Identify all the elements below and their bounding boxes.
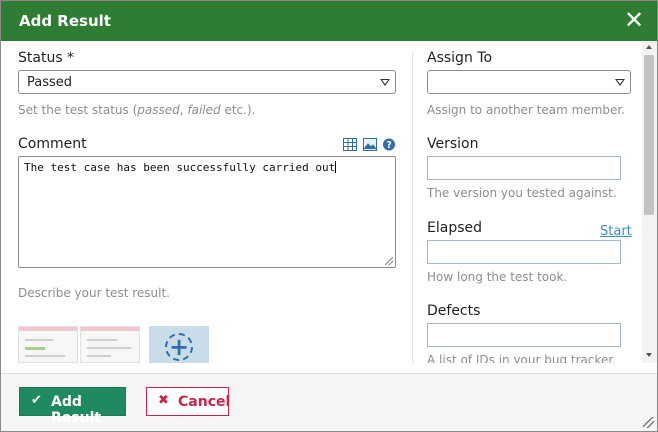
dialog-resize-icon[interactable] <box>643 417 654 428</box>
thumbnail-line <box>25 347 45 350</box>
comment-textarea[interactable]: The test case has been successfully carr… <box>18 156 396 268</box>
attachment-thumbnail[interactable] <box>18 326 78 363</box>
start-timer-link[interactable]: Start <box>600 224 632 239</box>
comment-label: Comment <box>18 136 87 152</box>
status-select[interactable]: Passed <box>18 70 396 94</box>
attachment-thumbnail[interactable] <box>80 326 140 363</box>
cancel-button[interactable]: ✖ Cancel <box>146 387 231 416</box>
thumbnail-line <box>25 339 53 341</box>
status-help-prefix: Set the test status ( <box>18 103 138 117</box>
thumbnail-line <box>25 355 65 357</box>
assign-to-help: Assign to another team member. <box>427 103 626 117</box>
defects-help: A list of IDs in your bug tracker. <box>427 353 617 363</box>
thumbnail-header <box>81 327 139 331</box>
comment-help: Describe your test result. <box>18 286 170 300</box>
status-value: Passed <box>27 75 73 90</box>
text-cursor <box>335 161 337 173</box>
scrollbar-thumb[interactable] <box>644 55 654 215</box>
thumbnail-header <box>19 327 77 331</box>
assign-to-label: Assign To <box>427 50 493 66</box>
image-icon[interactable] <box>363 138 377 151</box>
elapsed-label: Elapsed <box>427 220 482 236</box>
thumbnail-line <box>87 355 111 357</box>
dialog-header: Add Result ✕ <box>1 1 657 41</box>
help-icon[interactable]: ? <box>382 138 396 151</box>
status-help-failed: failed <box>187 103 221 117</box>
add-result-dialog: Add Result ✕ Status * Passed Set the tes… <box>0 0 658 432</box>
thumbnail-line <box>87 339 117 341</box>
resize-handle-icon[interactable] <box>385 257 393 265</box>
elapsed-help: How long the test took. <box>427 270 568 284</box>
close-icon: ✖ <box>158 393 169 408</box>
chevron-down-icon <box>380 79 390 86</box>
comment-text: The test case has been successfully carr… <box>24 161 336 174</box>
chevron-down-icon <box>615 79 625 86</box>
plus-icon: + <box>169 333 190 361</box>
status-label: Status * <box>18 50 75 66</box>
version-help: The version you tested against. <box>427 186 617 200</box>
check-icon: ✔ <box>31 393 42 408</box>
add-result-label: Add Result <box>51 394 102 426</box>
defects-input[interactable] <box>427 323 621 347</box>
status-help-suffix: etc.). <box>220 103 256 117</box>
defects-label: Defects <box>427 303 481 319</box>
status-help-passed: passed <box>137 103 180 117</box>
dialog-footer: ✔ Add Result ✖ Cancel <box>1 373 657 431</box>
vertical-scrollbar[interactable] <box>642 41 657 363</box>
status-help: Set the test status (passed, failed etc.… <box>18 103 255 117</box>
add-result-button[interactable]: ✔ Add Result <box>19 387 126 426</box>
assign-to-select[interactable] <box>427 70 631 94</box>
dialog-body[interactable]: Status * Passed Set the test status (pas… <box>1 41 657 363</box>
svg-text:?: ? <box>386 140 391 151</box>
scroll-up-icon[interactable] <box>646 45 652 49</box>
close-icon[interactable]: ✕ <box>621 7 647 33</box>
scroll-down-icon[interactable] <box>646 353 652 357</box>
version-input[interactable] <box>427 156 621 180</box>
dialog-title: Add Result <box>19 12 111 30</box>
table-icon[interactable] <box>343 138 357 151</box>
version-label: Version <box>427 136 479 152</box>
thumbnail-line <box>87 347 131 349</box>
elapsed-input[interactable] <box>427 240 621 264</box>
column-divider <box>412 51 413 363</box>
add-attachment-button[interactable]: + <box>149 326 209 363</box>
cancel-label: Cancel <box>178 394 231 410</box>
